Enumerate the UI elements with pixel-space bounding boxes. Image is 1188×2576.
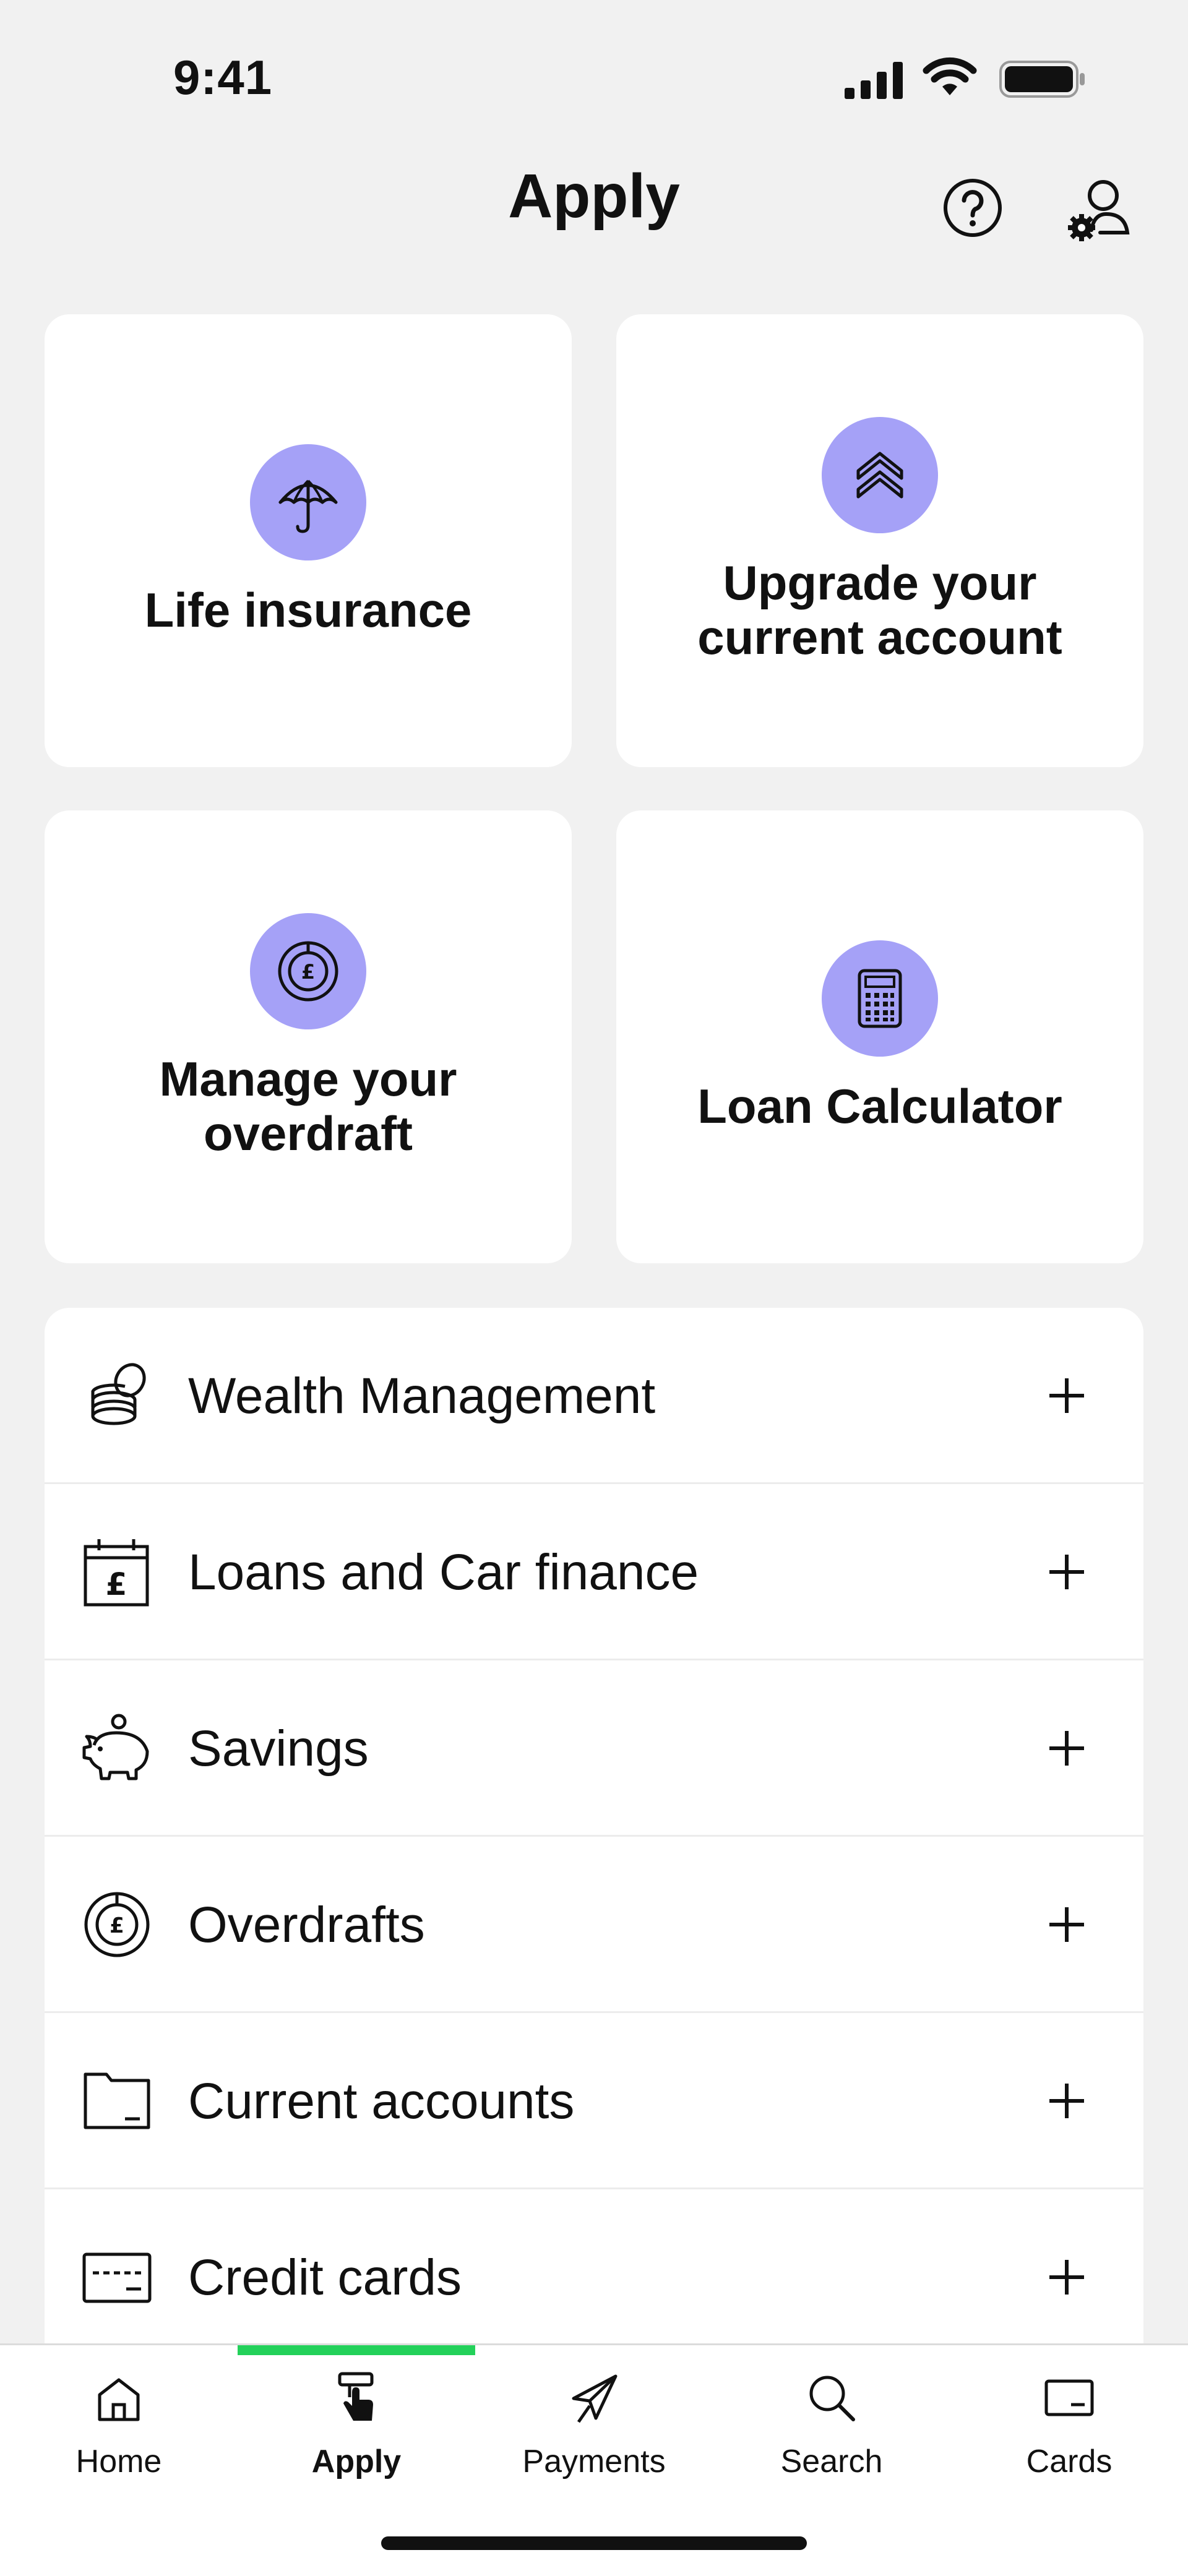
wifi-icon [923, 57, 977, 95]
svg-text:£: £ [110, 1913, 124, 1938]
nav-label: Home [75, 2444, 162, 2479]
credit-card-icon [82, 2252, 152, 2303]
nav-label: Apply [311, 2444, 402, 2479]
coins-icon [91, 1363, 146, 1425]
plus-icon[interactable] [1047, 1376, 1087, 1415]
status-bar: 9:41 [0, 0, 1188, 148]
overdraft-icon: £ [250, 913, 366, 1029]
tile-label: Loan Calculator [697, 1079, 1062, 1133]
plus-icon[interactable] [1047, 2257, 1087, 2297]
piggy-bank-icon [82, 1714, 149, 1780]
tile-life-insurance[interactable]: Life insurance [45, 314, 572, 767]
umbrella-icon [250, 444, 366, 560]
home-icon [98, 2378, 140, 2421]
payments-icon [572, 2374, 618, 2423]
help-icon[interactable] [942, 177, 1004, 239]
list-item-credit-cards[interactable]: Credit cards [45, 2189, 1143, 2344]
cellular-signal-icon [845, 62, 903, 99]
svg-text:£: £ [301, 960, 315, 984]
nav-tab-home[interactable]: Home [0, 2370, 238, 2480]
upgrade-chevrons-icon [822, 417, 938, 533]
plus-icon[interactable] [1047, 2081, 1087, 2121]
nav-label: Search [780, 2444, 883, 2479]
folder-icon [84, 2072, 150, 2129]
nav-tab-apply[interactable]: Apply [238, 2370, 475, 2480]
tile-label: Manage your overdraft [159, 1052, 457, 1161]
home-indicator [381, 2536, 807, 2550]
active-tab-indicator [238, 2345, 475, 2355]
list-item-label: Wealth Management [188, 1368, 656, 1424]
nav-tab-cards[interactable]: Cards [950, 2370, 1188, 2480]
list-item-current-accounts[interactable]: Current accounts [45, 2013, 1143, 2189]
list-item-label: Savings [188, 1720, 369, 1777]
nav-tab-payments[interactable]: Payments [475, 2370, 713, 2480]
tile-label: Life insurance [144, 583, 472, 637]
cards-icon [1044, 2379, 1094, 2416]
nav-tab-search[interactable]: Search [713, 2370, 950, 2480]
list-item-label: Loans and Car finance [188, 1544, 699, 1600]
tile-loan-calculator[interactable]: Loan Calculator [616, 810, 1143, 1263]
product-list: Wealth Management £ Loans and Car financ… [45, 1308, 1143, 2344]
nav-label: Payments [522, 2444, 666, 2479]
nav-label: Cards [1026, 2444, 1113, 2479]
list-item-label: Overdrafts [188, 1897, 425, 1953]
tile-label: Upgrade your current account [697, 556, 1062, 664]
list-item-label: Current accounts [188, 2073, 575, 2129]
overdraft-icon: £ [84, 1892, 150, 1957]
plus-icon[interactable] [1047, 1728, 1087, 1768]
profile-settings-icon[interactable] [1063, 176, 1131, 244]
plus-icon[interactable] [1047, 1552, 1087, 1592]
search-icon [809, 2376, 855, 2421]
svg-text:£: £ [106, 1566, 127, 1602]
list-item-savings[interactable]: Savings [45, 1660, 1143, 1837]
battery-icon [999, 61, 1085, 98]
list-item-overdrafts[interactable]: £ Overdrafts [45, 1837, 1143, 2013]
list-item-loans-car-finance[interactable]: £ Loans and Car finance [45, 1484, 1143, 1660]
tile-upgrade-current-account[interactable]: Upgrade your current account [616, 314, 1143, 767]
plus-icon[interactable] [1047, 1905, 1087, 1944]
status-time: 9:41 [173, 50, 273, 105]
tile-manage-overdraft[interactable]: £ Manage your overdraft [45, 810, 572, 1263]
apply-icon [338, 2372, 374, 2421]
page-title: Apply [508, 161, 680, 231]
calculator-icon [822, 940, 938, 1057]
loan-calendar-icon: £ [84, 1539, 149, 1607]
list-item-wealth-management[interactable]: Wealth Management [45, 1308, 1143, 1484]
list-item-label: Credit cards [188, 2249, 462, 2306]
